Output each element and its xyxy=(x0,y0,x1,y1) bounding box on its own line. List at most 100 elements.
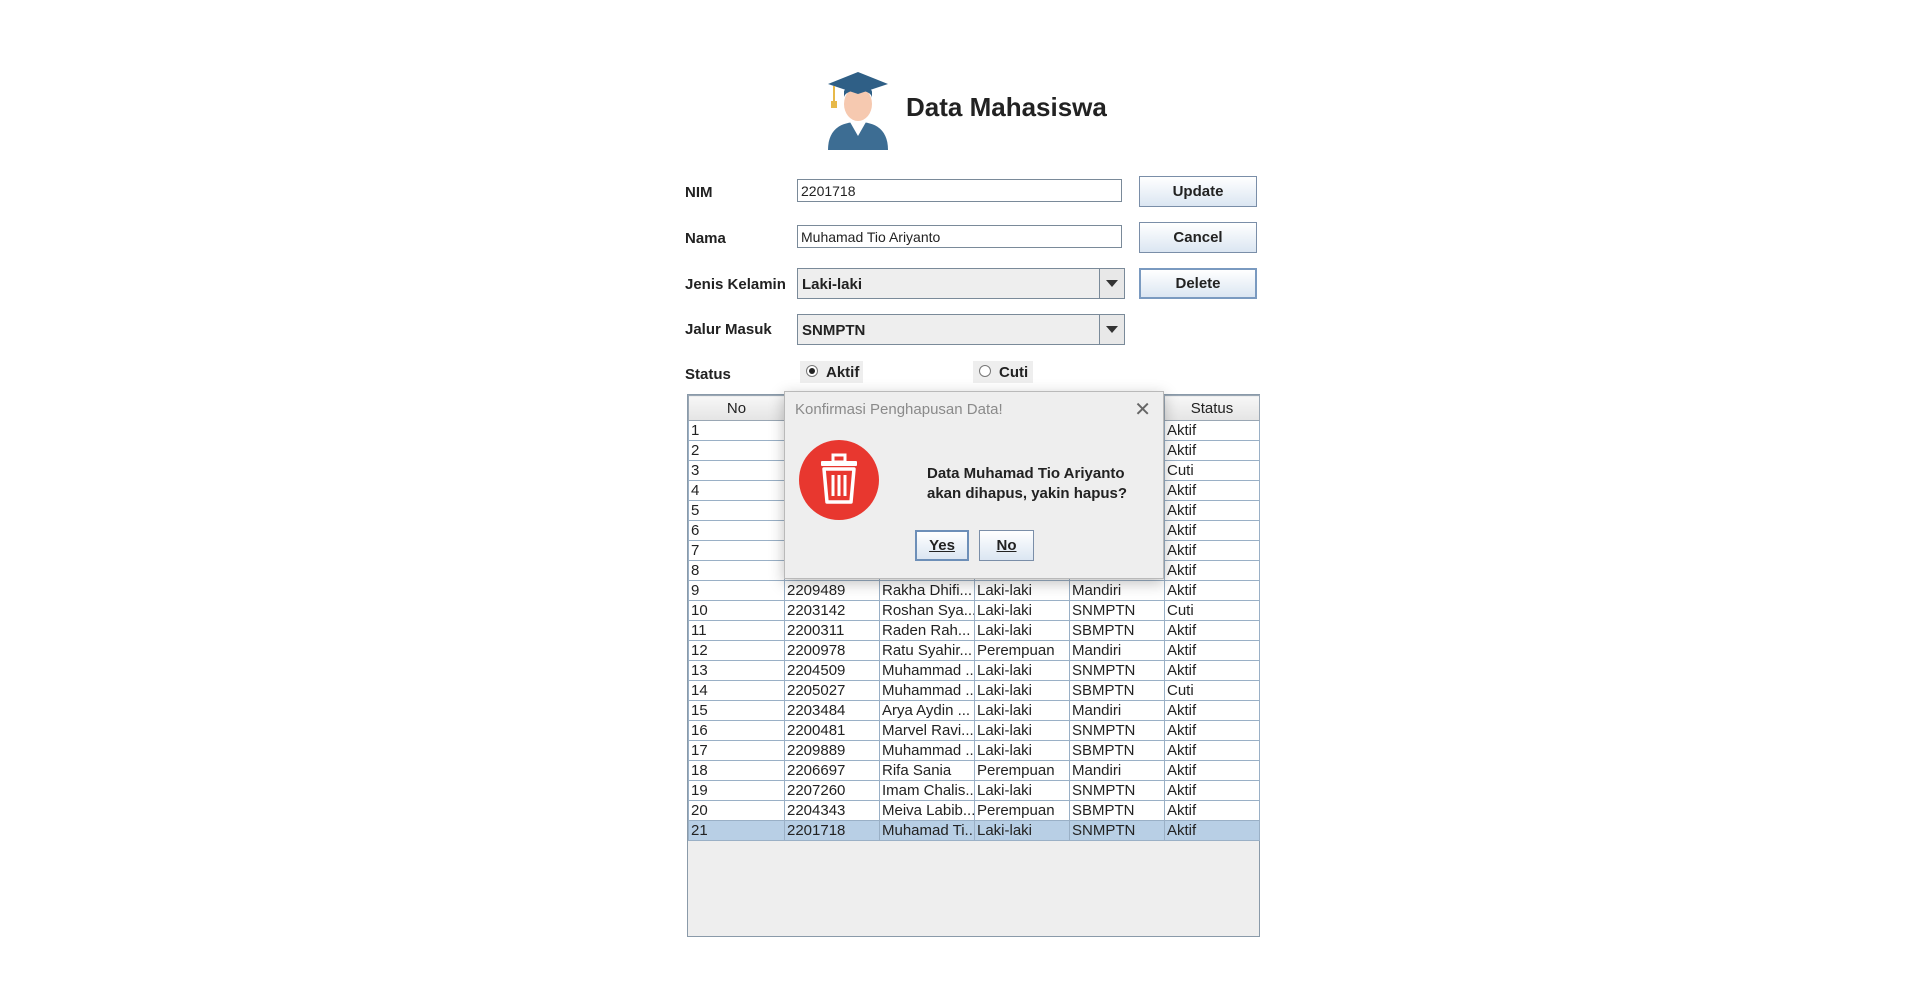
close-icon[interactable]: ✕ xyxy=(1134,397,1151,422)
table-cell: 5 xyxy=(688,500,785,521)
radio-checked-icon xyxy=(806,365,818,377)
table-row[interactable]: 14 2205027 Muhammad ... Laki-laki SBMPTN Cuti xyxy=(688,680,1260,701)
table-cell: 18 xyxy=(688,760,785,781)
table-cell: 13 xyxy=(688,660,785,681)
table-row[interactable]: 18 2206697 Rifa Sania Perempuan Mandiri Aktif xyxy=(688,760,1260,781)
table-cell: Mandiri xyxy=(1069,580,1165,601)
table-row[interactable]: 9 2209489 Rakha Dhifi... Laki-laki Mandiri Ak… xyxy=(688,580,1260,601)
table-row[interactable]: 12 2200978 Ratu Syahir... Perempuan Mandiri A… xyxy=(688,640,1260,661)
table-cell: 2204509 xyxy=(784,660,880,681)
table-cell: Aktif xyxy=(1164,440,1260,461)
table-cell: 2205027 xyxy=(784,680,880,701)
table-cell: Aktif xyxy=(1164,760,1260,781)
table-cell: Roshan Sya... xyxy=(879,600,975,621)
table-cell: Laki-laki xyxy=(974,620,1070,641)
table-cell: 20 xyxy=(688,800,785,821)
table-cell: SNMPTN xyxy=(1069,600,1165,621)
status-radio-cuti[interactable]: Cuti xyxy=(973,361,1033,383)
table-cell: Muhammad ... xyxy=(879,740,975,761)
jenis-kelamin-label: Jenis Kelamin xyxy=(685,276,786,293)
status-radio-aktif[interactable]: Aktif xyxy=(800,361,863,383)
table-cell: Laki-laki xyxy=(974,580,1070,601)
table-row[interactable]: 21 2201718 Muhamad Ti... Laki-laki SNMPTN Akt… xyxy=(688,820,1260,841)
table-row[interactable]: 15 2203484 Arya Aydin ... Laki-laki Mandiri A… xyxy=(688,700,1260,721)
main-window: Data Mahasiswa NIM Nama Jenis Kelamin La… xyxy=(0,0,1919,984)
table-cell: SBMPTN xyxy=(1069,740,1165,761)
table-row[interactable]: 10 2203142 Roshan Sya... Laki-laki SNMPTN Cut… xyxy=(688,600,1260,621)
table-cell: Cuti xyxy=(1164,600,1260,621)
table-cell: 2203142 xyxy=(784,600,880,621)
table-cell: 2209889 xyxy=(784,740,880,761)
table-cell: 9 xyxy=(688,580,785,601)
delete-button[interactable]: Delete xyxy=(1139,268,1257,299)
table-cell: Perempuan xyxy=(974,640,1070,661)
graduate-avatar-icon xyxy=(828,72,888,150)
table-cell: SNMPTN xyxy=(1069,720,1165,741)
table-cell: 2200311 xyxy=(784,620,880,641)
table-cell: 4 xyxy=(688,480,785,501)
table-cell: Aktif xyxy=(1164,620,1260,641)
page-title: Data Mahasiswa xyxy=(906,92,1107,122)
table-cell: 12 xyxy=(688,640,785,661)
nim-label: NIM xyxy=(685,184,713,201)
table-row[interactable]: 13 2204509 Muhammad ... Laki-laki SNMPTN Akti… xyxy=(688,660,1260,681)
table-cell: Laki-laki xyxy=(974,700,1070,721)
table-cell: Aktif xyxy=(1164,660,1260,681)
table-cell: SBMPTN xyxy=(1069,800,1165,821)
table-cell: Laki-laki xyxy=(974,740,1070,761)
table-cell: 8 xyxy=(688,560,785,581)
table-cell: Mandiri xyxy=(1069,760,1165,781)
confirm-delete-dialog: Konfirmasi Penghapusan Data! ✕ Data Muha… xyxy=(784,391,1164,579)
yes-label: Yes xyxy=(929,537,955,554)
table-cell: 2201718 xyxy=(784,820,880,841)
table-row[interactable]: 20 2204343 Meiva Labib... Perempuan SBMPTN Ak… xyxy=(688,800,1260,821)
table-cell: Aktif xyxy=(1164,700,1260,721)
table-cell: Cuti xyxy=(1164,460,1260,481)
table-cell: Raden Rah... xyxy=(879,620,975,641)
chevron-down-icon[interactable] xyxy=(1099,269,1124,298)
nim-field[interactable] xyxy=(797,179,1122,202)
table-row[interactable]: 17 2209889 Muhammad ... Laki-laki SBMPTN Akti… xyxy=(688,740,1260,761)
nama-field[interactable] xyxy=(797,225,1122,248)
table-cell: Laki-laki xyxy=(974,660,1070,681)
chevron-down-icon[interactable] xyxy=(1099,315,1124,344)
table-cell: Mandiri xyxy=(1069,700,1165,721)
jalur-masuk-label: Jalur Masuk xyxy=(685,321,772,338)
trash-icon xyxy=(799,440,879,520)
table-cell: Aktif xyxy=(1164,820,1260,841)
table-cell: 2206697 xyxy=(784,760,880,781)
update-button[interactable]: Update xyxy=(1139,176,1257,207)
cancel-button[interactable]: Cancel xyxy=(1139,222,1257,253)
dialog-message: Data Muhamad Tio Ariyanto akan dihapus, … xyxy=(927,464,1127,504)
jenis-kelamin-select[interactable]: Laki-laki xyxy=(797,268,1125,299)
table-cell: SNMPTN xyxy=(1069,780,1165,801)
table-cell: Marvel Ravi... xyxy=(879,720,975,741)
table-cell: Aktif xyxy=(1164,500,1260,521)
table-cell: Aktif xyxy=(1164,640,1260,661)
jalur-masuk-select[interactable]: SNMPTN xyxy=(797,314,1125,345)
table-row[interactable]: 11 2200311 Raden Rah... Laki-laki SBMPTN Akti… xyxy=(688,620,1260,641)
table-cell: 6 xyxy=(688,520,785,541)
table-cell: 2200481 xyxy=(784,720,880,741)
no-button[interactable]: No xyxy=(979,530,1034,561)
column-header[interactable]: No xyxy=(688,395,785,421)
nama-label: Nama xyxy=(685,230,726,247)
table-cell: Laki-laki xyxy=(974,680,1070,701)
table-cell: Perempuan xyxy=(974,800,1070,821)
yes-button[interactable]: Yes xyxy=(915,530,969,561)
table-row[interactable]: 16 2200481 Marvel Ravi... Laki-laki SNMPTN Ak… xyxy=(688,720,1260,741)
table-row[interactable]: 19 2207260 Imam Chalis... Laki-laki SNMPTN Ak… xyxy=(688,780,1260,801)
no-label: No xyxy=(996,537,1017,554)
table-cell: 2203484 xyxy=(784,700,880,721)
table-cell: Perempuan xyxy=(974,760,1070,781)
table-cell: Aktif xyxy=(1164,740,1260,761)
table-cell: Arya Aydin ... xyxy=(879,700,975,721)
table-cell: 3 xyxy=(688,460,785,481)
table-cell: 2209489 xyxy=(784,580,880,601)
table-cell: Mandiri xyxy=(1069,640,1165,661)
table-cell: 2207260 xyxy=(784,780,880,801)
table-cell: 11 xyxy=(688,620,785,641)
table-cell: 2 xyxy=(688,440,785,461)
column-header[interactable]: Status xyxy=(1164,395,1260,421)
table-cell: 1 xyxy=(688,420,785,441)
